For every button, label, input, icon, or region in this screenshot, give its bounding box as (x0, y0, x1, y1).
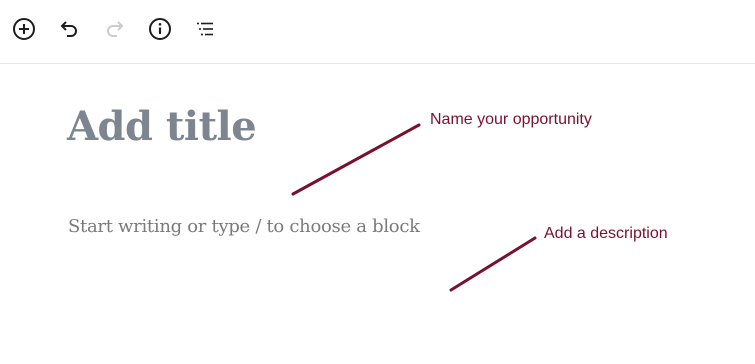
editor-page: Add title Start writing or type / to cho… (0, 0, 755, 364)
redo-button[interactable] (103, 17, 127, 41)
list-view-button[interactable] (193, 17, 217, 41)
title-annotation-label: Name your opportunity (430, 111, 592, 128)
block-content-field[interactable]: Start writing or type / to choose a bloc… (68, 215, 420, 239)
undo-button[interactable] (57, 17, 81, 41)
description-annotation-label: Add a description (544, 225, 668, 242)
add-block-button[interactable] (12, 17, 36, 41)
title-annotation-line (291, 123, 421, 196)
editor-toolbar (0, 0, 755, 64)
redo-icon (107, 21, 124, 37)
outline-icon (197, 22, 213, 36)
details-button[interactable] (148, 17, 172, 41)
post-title-field[interactable]: Add title (67, 101, 257, 153)
undo-icon (60, 21, 77, 37)
info-icon (149, 18, 171, 40)
add-block-icon (13, 18, 35, 40)
description-annotation-line (449, 236, 537, 292)
